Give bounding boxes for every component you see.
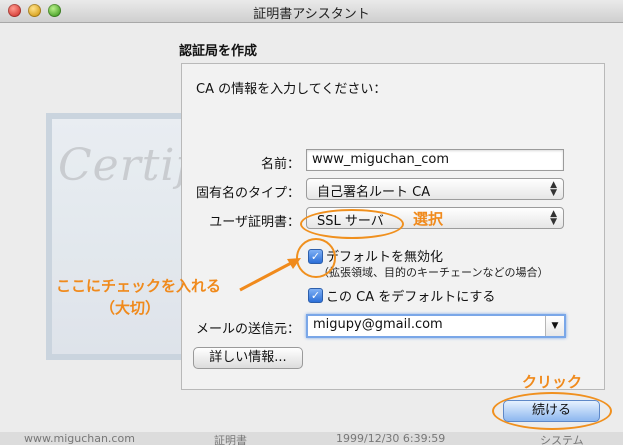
background-row-name: www.miguchan.com [24,432,135,445]
make-default-checkbox[interactable]: ✓ [308,288,323,303]
name-value: www_miguchan_com [312,152,450,167]
important-annotation: （大切） [100,299,161,317]
learn-more-button[interactable]: 詳しい情報... [193,347,303,369]
name-field[interactable]: www_miguchan_com [306,149,564,171]
background-row-keychain: システム [540,434,584,445]
user-cert-label: ユーザ証明書： [209,215,300,230]
click-annotation: クリック [522,373,583,391]
background-list-strip: www.miguchan.com 証明書 1999/12/30 6:39:59 … [0,432,623,445]
override-defaults-label: デフォルトを無効化 [326,250,444,265]
make-default-label: この CA をデフォルトにする [326,290,496,305]
select-highlight-ring [300,209,404,239]
email-label: メールの送信元： [195,322,300,337]
background-row-kind: 証明書 [214,434,247,445]
email-value: migupy@gmail.com [313,317,443,332]
override-defaults-note: （拡張領域、目的のキーチェーンなどの場合） [318,266,549,279]
intro-text: CA の情報を入力してください： [196,82,387,97]
name-label: 名前： [260,157,300,172]
check-here-annotation: ここにチェックを入れる [56,277,222,295]
continue-highlight-ring [492,392,612,430]
dropdown-arrow-icon[interactable]: ▼ [545,316,564,336]
identity-type-popup[interactable]: 自己署名ルート CA ▲ ▼ [306,178,564,200]
email-combo-box[interactable]: migupy@gmail.com ▼ [306,314,566,338]
identity-type-value: 自己署名ルート CA [317,185,431,200]
background-row-date: 1999/12/30 6:39:59 [336,432,446,445]
title-bar: 証明書アシスタント [0,0,623,23]
select-annotation: 選択 [413,210,444,228]
window-title: 証明書アシスタント [253,7,370,22]
identity-type-label: 固有名のタイプ： [195,186,300,201]
section-heading: 認証局を作成 [179,44,258,59]
certificate-assistant-window: 証明書アシスタント Certificate 認証局を作成 CA の情報を入力して… [0,0,623,445]
arrow-annotation [239,258,301,292]
popup-arrows-icon: ▲ ▼ [550,180,557,198]
popup-arrows-icon: ▲ ▼ [550,209,557,227]
